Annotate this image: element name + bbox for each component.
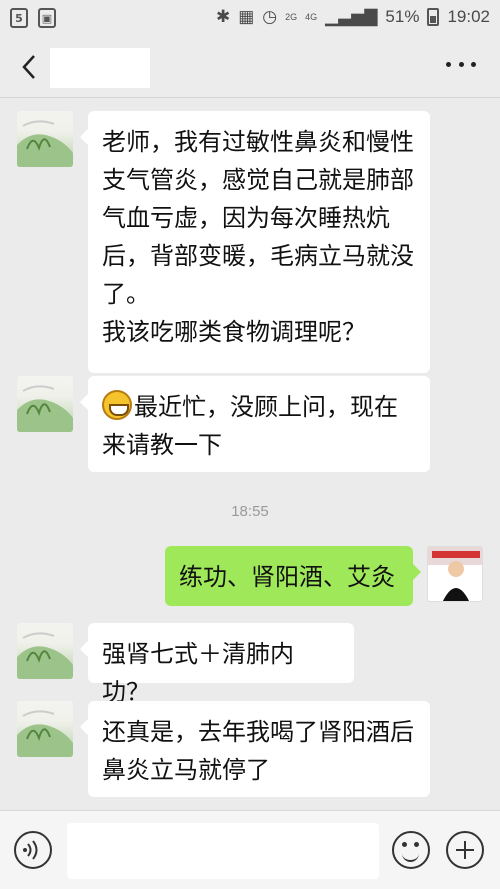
nfc-icon: ▦ xyxy=(238,7,255,26)
plus-button[interactable] xyxy=(446,831,484,869)
grinning-face-icon xyxy=(102,390,132,420)
bluetooth-icon: ✱ xyxy=(215,7,231,26)
message-list[interactable]: 老师，我有过敏性鼻炎和慢性 支气管炎，感觉自己就是肺部 气血亏虚，因为每次睡热炕… xyxy=(0,99,500,810)
back-icon xyxy=(22,55,35,79)
alarm-icon: ◷ xyxy=(262,7,278,26)
message-bubble[interactable]: 强肾七式＋清肺内功？ xyxy=(80,623,354,706)
battery-percent: 51% xyxy=(385,7,420,26)
status-left-icons: 5 ▣ xyxy=(10,8,56,28)
voice-button[interactable] xyxy=(14,831,52,869)
message-timestamp: 18:55 xyxy=(231,503,269,520)
contact-avatar[interactable] xyxy=(17,376,73,432)
battery-icon xyxy=(427,8,440,26)
status-bar: 5 ▣ ✱ ▦ ◷ 2G 4G ▁▃▅▇ 51% 19:02 xyxy=(0,0,500,36)
message-bubble[interactable]: 最近忙，没顾上问，现在 来请教一下 xyxy=(80,376,430,472)
clock: 19:02 xyxy=(447,7,490,26)
contact-avatar[interactable] xyxy=(17,701,73,757)
contact-avatar[interactable] xyxy=(17,111,73,167)
message-bubble[interactable]: 老师，我有过敏性鼻炎和慢性 支气管炎，感觉自己就是肺部 气血亏虚，因为每次睡热炕… xyxy=(80,111,430,373)
back-button[interactable] xyxy=(14,50,44,84)
voice-icon xyxy=(23,840,38,860)
more-button[interactable] xyxy=(446,62,476,72)
contact-avatar[interactable] xyxy=(17,623,73,679)
message-bubble[interactable]: 还真是，去年我喝了肾阳酒后 鼻炎立马就停了 xyxy=(80,701,430,797)
chat-title xyxy=(50,48,150,88)
chat-header xyxy=(0,36,500,98)
signal-2g-label: 2G xyxy=(285,11,298,22)
signal-4g-label: 4G xyxy=(305,11,318,22)
sent-message-bubble[interactable]: 练功、肾阳酒、艾灸 xyxy=(165,546,421,606)
status-right: ✱ ▦ ◷ 2G 4G ▁▃▅▇ 51% 19:02 xyxy=(216,7,490,27)
message-text: 最近忙，没顾上问，现在 来请教一下 xyxy=(102,393,398,459)
cellular-signal-icon: ▁▃▅▇ xyxy=(325,7,378,26)
gallery-icon: ▣ xyxy=(38,8,56,28)
notification-5-icon: 5 xyxy=(10,8,28,28)
input-bar xyxy=(0,810,500,889)
user-avatar[interactable] xyxy=(427,546,483,602)
message-input[interactable] xyxy=(67,823,379,879)
emoji-button[interactable] xyxy=(392,831,430,869)
more-icon xyxy=(446,62,451,67)
